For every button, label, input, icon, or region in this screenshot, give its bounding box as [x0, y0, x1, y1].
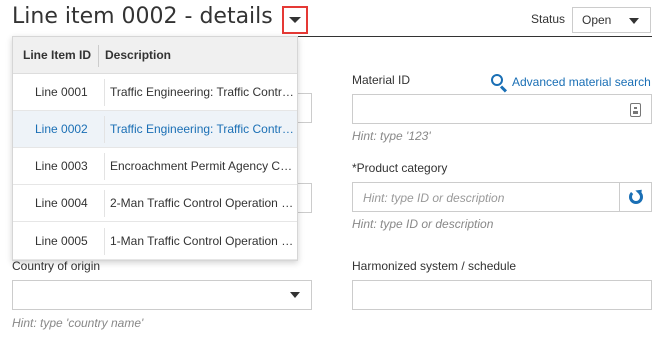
line-item-id: Line 0004	[35, 196, 88, 210]
left-field-edge-1	[298, 93, 312, 123]
list-item[interactable]: Line 0003 Encroachment Permit Agency Co.…	[13, 148, 297, 185]
column-header-line-item-id[interactable]: Line Item ID	[23, 48, 91, 62]
material-id-input[interactable]	[352, 94, 652, 124]
line-item-id: Line 0002	[35, 122, 88, 136]
line-item-description: Traffic Engineering: Traffic Contro...	[110, 85, 296, 99]
advanced-material-search-label: Advanced material search	[512, 75, 651, 89]
refresh-icon	[628, 190, 643, 204]
product-category-refresh-button[interactable]	[619, 183, 651, 211]
line-item-id: Line 0001	[35, 85, 88, 99]
line-item-description: 1-Man Traffic Control Operation S...	[110, 234, 296, 248]
list-item[interactable]: Line 0001 Traffic Engineering: Traffic C…	[13, 74, 297, 111]
country-of-origin-hint: Hint: type 'country name'	[12, 316, 144, 330]
line-item-description: 2-Man Traffic Control Operation S...	[110, 196, 296, 210]
country-of-origin-label: Country of origin	[12, 259, 101, 273]
list-item-selected[interactable]: Line 0002 Traffic Engineering: Traffic C…	[13, 111, 297, 148]
material-id-label: Material ID	[352, 73, 411, 87]
advanced-material-search-link[interactable]: Advanced material search	[490, 73, 651, 93]
product-category-hint: Hint: type ID or description	[352, 217, 494, 231]
column-header-description[interactable]: Description	[105, 48, 171, 62]
material-id-hint: Hint: type '123'	[352, 129, 431, 143]
chevron-down-icon	[289, 17, 301, 23]
country-dropdown-button[interactable]	[279, 281, 311, 309]
line-item-id: Line 0005	[35, 234, 88, 248]
list-item[interactable]: Line 0005 1-Man Traffic Control Operatio…	[13, 223, 297, 260]
chevron-down-icon	[629, 18, 639, 24]
line-item-dropdown-button[interactable]	[282, 6, 308, 34]
status-select[interactable]: Open	[572, 7, 651, 33]
status-label: Status	[531, 12, 566, 26]
popup-header: Line Item ID Description	[13, 37, 297, 74]
line-item-dropdown-popup: Line Item ID Description Line 0001 Traff…	[12, 36, 298, 261]
status-value: Open	[582, 13, 612, 27]
barcode-icon[interactable]	[630, 103, 641, 117]
chevron-down-icon	[290, 292, 300, 298]
product-category-input[interactable]: Hint: type ID or description	[352, 182, 652, 212]
list-item[interactable]: Line 0004 2-Man Traffic Control Operatio…	[13, 185, 297, 222]
search-icon	[490, 73, 508, 93]
line-item-description: Traffic Engineering: Traffic Control...	[110, 122, 296, 136]
line-item-id: Line 0003	[35, 159, 88, 173]
left-field-edge-2	[298, 183, 312, 213]
line-item-description: Encroachment Permit Agency Co...	[110, 159, 296, 173]
page-title: Line item 0002 - details	[12, 4, 273, 29]
harmonized-system-input[interactable]	[352, 280, 652, 310]
product-category-placeholder: Hint: type ID or description	[363, 191, 505, 205]
harmonized-system-label: Harmonized system / schedule	[352, 259, 517, 273]
country-of-origin-input[interactable]	[12, 280, 312, 310]
product-category-label: *Product category	[352, 161, 448, 175]
